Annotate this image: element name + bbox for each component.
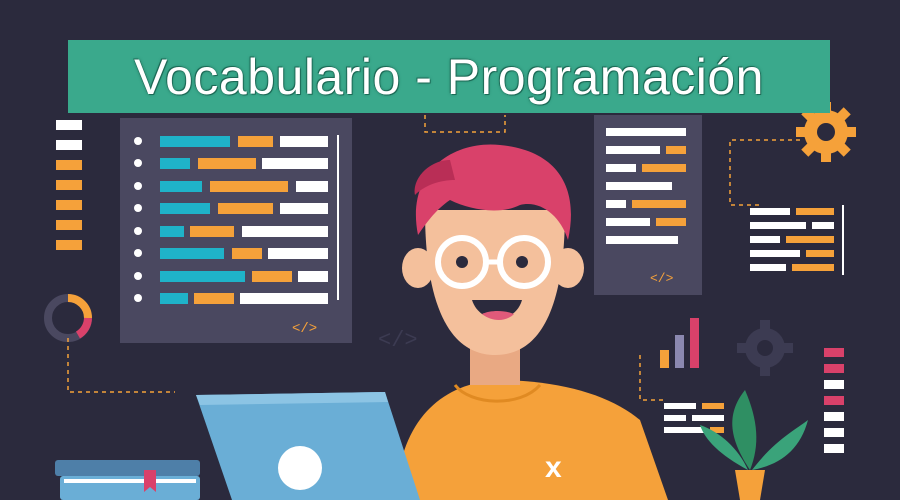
shirt-mark: x xyxy=(545,451,562,484)
bar-chart-icon xyxy=(639,318,699,401)
text-block-right xyxy=(750,205,844,275)
books-icon xyxy=(55,460,200,500)
page-title: Vocabulario - Programación xyxy=(134,48,764,105)
faint-code-tag: </> xyxy=(378,328,418,353)
title-banner: Vocabulario - Programación xyxy=(68,40,830,113)
laptop-icon xyxy=(196,392,420,500)
text-block-lower xyxy=(664,403,724,433)
code-tag-label: </> xyxy=(292,321,317,337)
code-panel-main: </> xyxy=(120,118,352,343)
faint-gear-icon xyxy=(737,320,793,376)
code-tag-label-right: </> xyxy=(650,271,674,286)
code-panel-right: </> xyxy=(594,115,702,295)
right-bar-stack xyxy=(824,348,844,453)
left-bar-stack xyxy=(56,120,82,250)
